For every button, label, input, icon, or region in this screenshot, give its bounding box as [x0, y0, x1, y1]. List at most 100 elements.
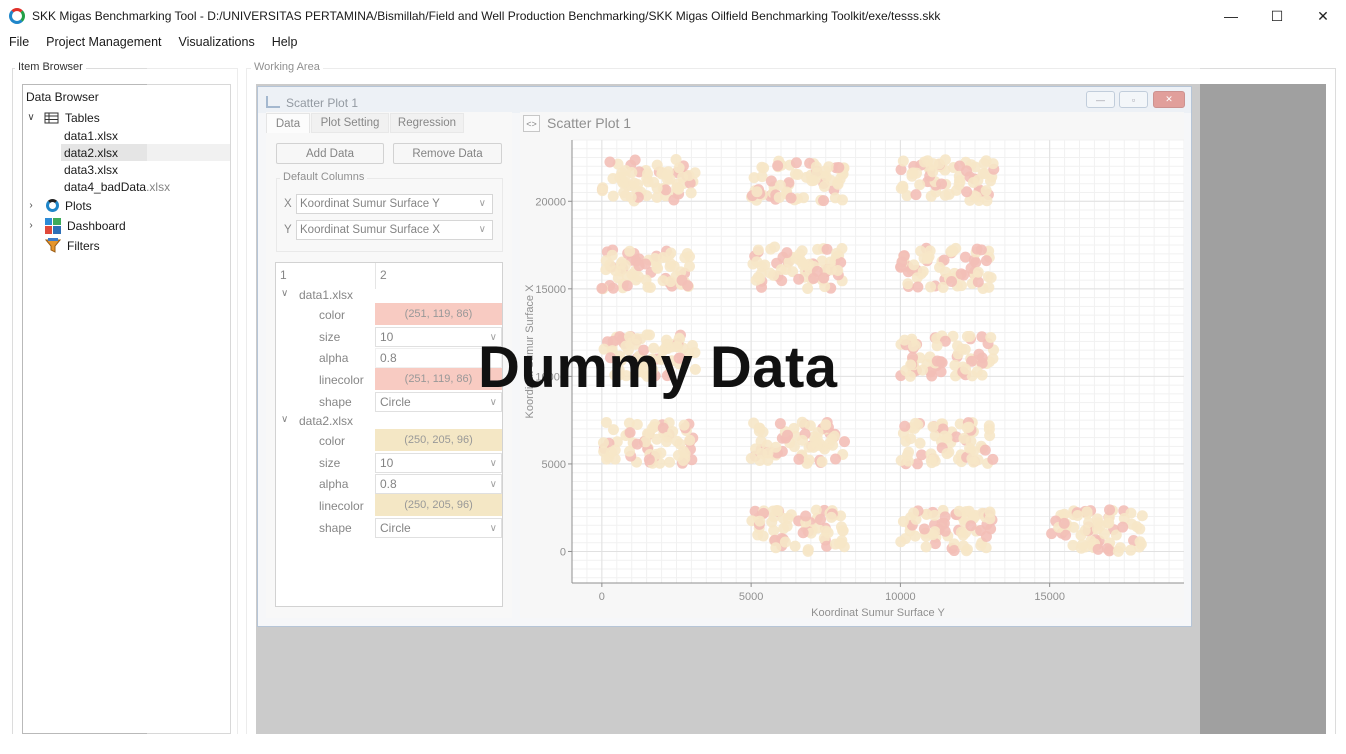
chevron-down-icon: ∨ [478, 198, 486, 209]
chevron-right-icon[interactable]: › [25, 220, 37, 231]
linecolor-swatch[interactable]: (250, 205, 96) [375, 494, 502, 516]
title-bar: SKK Migas Benchmarking Tool - D:/UNIVERS… [0, 0, 1346, 32]
data-point [958, 432, 970, 444]
plots-icon [46, 199, 59, 212]
data-point [985, 272, 997, 284]
close-icon[interactable]: ✕ [1300, 0, 1346, 32]
data-point [788, 441, 800, 453]
tree-item-plots[interactable]: › Plots [25, 197, 91, 214]
data-point [946, 245, 958, 257]
data-point [676, 274, 688, 286]
color-swatch[interactable]: (251, 119, 86) [375, 303, 502, 325]
data-point [961, 422, 973, 434]
data-point [661, 169, 673, 181]
data-point [927, 166, 939, 178]
data-point [779, 536, 791, 548]
data-point [762, 447, 774, 459]
data-point [661, 436, 673, 448]
dataset-name[interactable]: data1.xlsx [299, 288, 353, 302]
x-tick-label: 5000 [739, 591, 763, 603]
menu-visualizations[interactable]: Visualizations [170, 35, 263, 49]
data-point [796, 245, 808, 257]
subwindow-minimize-icon[interactable]: — [1086, 91, 1115, 108]
remove-data-button[interactable]: Remove Data [393, 143, 502, 164]
data-point [920, 541, 932, 553]
tree-item-data3[interactable]: data3.xlsx [64, 161, 230, 178]
dummy-data-watermark: Dummy Data [478, 335, 838, 400]
subwindow-titlebar[interactable]: Scatter Plot 1 — ▫ ✕ [258, 87, 1191, 113]
tree-item-tables[interactable]: ∨ Tables [25, 109, 99, 126]
chevron-right-icon[interactable]: › [25, 200, 37, 211]
data-point [1081, 506, 1093, 518]
working-area-label: Working Area [251, 61, 323, 73]
data-point [751, 186, 763, 198]
data-point [605, 446, 617, 458]
x-column-select[interactable]: Koordinat Sumur Surface Y ∨ [296, 194, 493, 214]
data-point [926, 370, 938, 382]
tree-item-data2[interactable]: data2.xlsx [61, 144, 230, 161]
data-point [925, 281, 937, 293]
prop-label: alpha [319, 351, 349, 365]
dataset-name[interactable]: data2.xlsx [299, 414, 353, 428]
menu-file[interactable]: File [0, 35, 37, 49]
data-point [673, 183, 685, 195]
data-point [953, 505, 965, 517]
toggle-panel-button[interactable]: <> [523, 115, 540, 132]
y-column-select[interactable]: Koordinat Sumur Surface X ∨ [296, 220, 493, 240]
data-point [1076, 539, 1088, 551]
data-point [832, 177, 844, 189]
tab-plot-setting[interactable]: Plot Setting [311, 113, 389, 133]
data-point [958, 540, 970, 552]
tree-item-dashboard[interactable]: › Dashboard [25, 217, 126, 234]
chevron-down-icon[interactable]: ∨ [25, 112, 37, 123]
tree-item-data1[interactable]: data1.xlsx [64, 127, 230, 144]
data-point [910, 189, 922, 201]
shape-select[interactable]: Circle ∨ [375, 518, 502, 538]
size-select[interactable]: 10 ∨ [375, 453, 502, 473]
alpha-select[interactable]: 0.8 ∨ [375, 474, 502, 494]
data-point [678, 419, 690, 431]
subwindow-close-icon[interactable]: ✕ [1153, 91, 1185, 108]
data-point [980, 185, 992, 197]
data-point [964, 330, 976, 342]
tree-item-data4[interactable]: data4_badData.xlsx [64, 178, 230, 195]
add-data-button[interactable]: Add Data [276, 143, 384, 164]
data-point [939, 525, 951, 537]
menu-help[interactable]: Help [263, 35, 306, 49]
data-point [748, 172, 760, 184]
minimize-icon[interactable]: — [1208, 0, 1254, 32]
x-tick-label: 15000 [1034, 591, 1065, 603]
data-point [793, 273, 805, 285]
maximize-icon[interactable]: ☐ [1254, 0, 1300, 32]
data-point [781, 247, 793, 259]
data-point [964, 442, 976, 454]
tree-item-filters[interactable]: Filters [25, 237, 100, 254]
data-point [772, 505, 784, 517]
data-point [907, 340, 919, 352]
data-point [797, 259, 809, 271]
x-axis-label: X [284, 198, 292, 210]
data-point [814, 513, 826, 525]
chevron-down-icon: ∨ [489, 522, 497, 534]
tab-data[interactable]: Data [266, 113, 310, 133]
chevron-down-icon[interactable]: ∨ [281, 288, 288, 299]
data-point [914, 179, 926, 191]
data-point [832, 264, 844, 276]
data-point [782, 512, 794, 524]
data-point [833, 161, 845, 173]
menu-project-management[interactable]: Project Management [37, 35, 169, 49]
data-point [939, 154, 951, 166]
data-point [981, 195, 993, 207]
tab-regression[interactable]: Regression [390, 113, 464, 133]
data-point [615, 258, 627, 270]
subwindow-restore-icon[interactable]: ▫ [1119, 91, 1148, 108]
data-point [1104, 504, 1116, 516]
item-browser-label: Item Browser [15, 61, 86, 73]
data-point [657, 275, 669, 287]
chevron-down-icon[interactable]: ∨ [281, 414, 288, 425]
data-point [965, 520, 977, 532]
data-point [1136, 510, 1148, 522]
data-point [939, 511, 951, 523]
color-swatch[interactable]: (250, 205, 96) [375, 429, 502, 451]
y-column-value: Koordinat Sumur Surface X [300, 224, 440, 236]
